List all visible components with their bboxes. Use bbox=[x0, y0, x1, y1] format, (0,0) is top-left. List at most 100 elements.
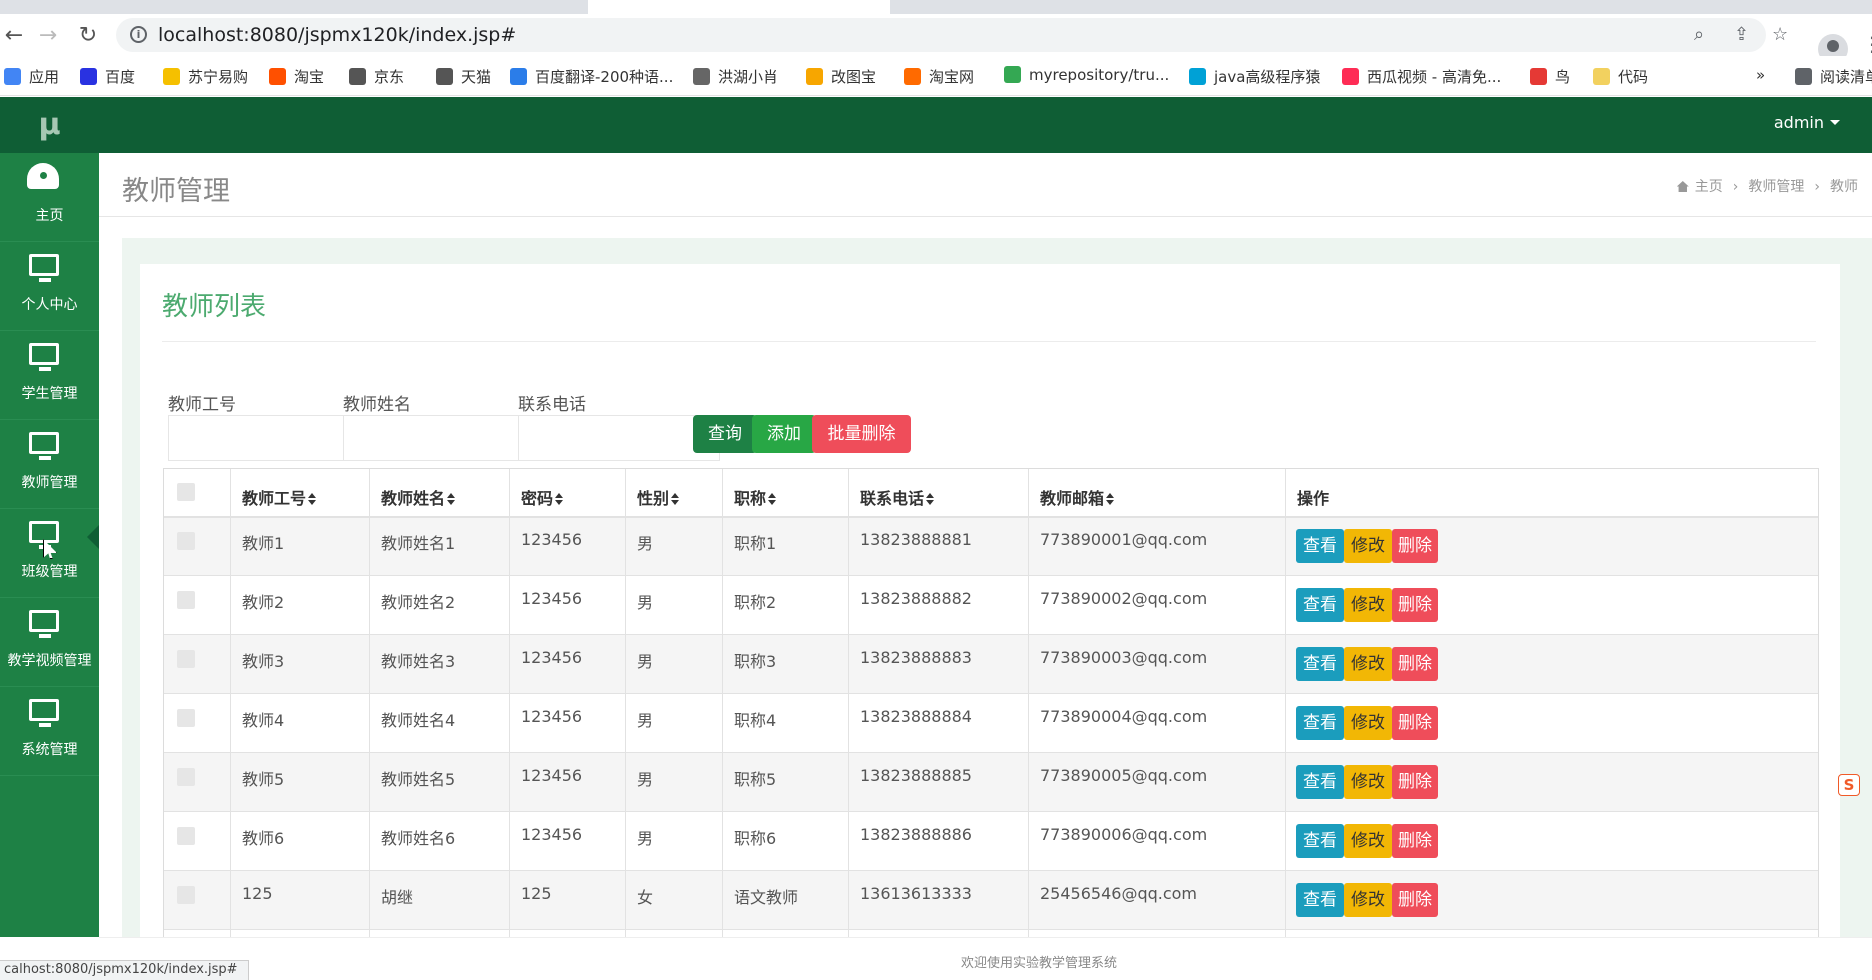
view-button[interactable]: 查看 bbox=[1296, 765, 1344, 799]
view-button[interactable]: 查看 bbox=[1296, 588, 1344, 622]
delete-button[interactable]: 删除 bbox=[1392, 588, 1438, 622]
delete-button[interactable]: 删除 bbox=[1392, 529, 1438, 563]
phone-input[interactable] bbox=[518, 415, 720, 461]
sort-icon[interactable] bbox=[447, 493, 456, 505]
edit-button[interactable]: 修改 bbox=[1344, 706, 1392, 740]
table-cell: 773890004@qq.com bbox=[1040, 707, 1208, 726]
bookmark-item[interactable]: 洪湖小肖 bbox=[693, 66, 778, 87]
dashboard-icon bbox=[27, 163, 59, 189]
add-button[interactable]: 添加 bbox=[752, 415, 816, 453]
bookmarks-overflow-icon[interactable]: » bbox=[1756, 66, 1765, 84]
bookmark-item[interactable]: 天猫 bbox=[436, 66, 491, 87]
column-header[interactable]: 教师工号 bbox=[242, 485, 317, 509]
teacher-name-input[interactable] bbox=[343, 415, 545, 461]
select-all-checkbox[interactable] bbox=[177, 483, 195, 501]
view-button[interactable]: 查看 bbox=[1296, 529, 1344, 563]
column-header[interactable]: 性别 bbox=[637, 485, 680, 509]
bookmark-favicon-icon bbox=[1795, 68, 1812, 85]
column-header[interactable]: 教师姓名 bbox=[381, 485, 456, 509]
share-icon[interactable]: ⇪ bbox=[1734, 24, 1749, 45]
view-button[interactable]: 查看 bbox=[1296, 647, 1344, 681]
back-icon[interactable]: ← bbox=[0, 22, 28, 50]
query-button[interactable]: 查询 bbox=[693, 415, 757, 453]
reload-icon[interactable]: ↻ bbox=[74, 22, 102, 50]
row-checkbox[interactable] bbox=[177, 827, 195, 845]
sort-icon[interactable] bbox=[308, 493, 317, 505]
filter-phone-label: 联系电话 bbox=[518, 395, 586, 415]
row-checkbox[interactable] bbox=[177, 532, 195, 550]
sidebar-item[interactable]: 系统管理 bbox=[0, 687, 99, 776]
column-header[interactable]: 密码 bbox=[521, 485, 564, 509]
edit-button[interactable]: 修改 bbox=[1344, 647, 1392, 681]
table-cell: 男 bbox=[637, 593, 654, 612]
table-column-divider bbox=[1028, 469, 1029, 937]
delete-button[interactable]: 删除 bbox=[1392, 824, 1438, 858]
home-icon bbox=[1676, 181, 1689, 192]
sort-icon[interactable] bbox=[1106, 493, 1115, 505]
forward-icon[interactable]: → bbox=[34, 22, 62, 50]
row-checkbox[interactable] bbox=[177, 768, 195, 786]
row-checkbox[interactable] bbox=[177, 709, 195, 727]
bookmark-item[interactable]: 百度翻译-200种语... bbox=[510, 66, 673, 87]
bookmark-item[interactable]: 西瓜视频 - 高清免... bbox=[1342, 66, 1501, 87]
edit-button[interactable]: 修改 bbox=[1344, 529, 1392, 563]
view-button[interactable]: 查看 bbox=[1296, 883, 1344, 917]
sidebar-item[interactable]: 教师管理 bbox=[0, 420, 99, 509]
footer: 欢迎使用实验教学管理系统 bbox=[99, 937, 1872, 980]
bookmark-item[interactable]: 阅读清单 bbox=[1795, 66, 1872, 87]
bookmark-item[interactable]: 百度 bbox=[80, 66, 135, 87]
bookmark-item[interactable]: java高级程序猿 bbox=[1189, 66, 1320, 87]
bookmark-item[interactable]: 京东 bbox=[349, 66, 404, 87]
delete-button[interactable]: 删除 bbox=[1392, 647, 1438, 681]
site-info-icon[interactable]: i bbox=[130, 26, 147, 43]
bookmark-item[interactable]: 淘宝 bbox=[269, 66, 324, 87]
menu-kebab-icon[interactable]: ⋮ bbox=[1862, 32, 1872, 56]
edit-button[interactable]: 修改 bbox=[1344, 824, 1392, 858]
edit-button[interactable]: 修改 bbox=[1344, 588, 1392, 622]
bookmark-item[interactable]: 改图宝 bbox=[806, 66, 876, 87]
user-menu[interactable]: admin bbox=[1774, 113, 1840, 132]
breadcrumb-home[interactable]: 主页 bbox=[1695, 179, 1723, 195]
zoom-icon[interactable]: ⌕ bbox=[1694, 24, 1704, 45]
column-header[interactable]: 教师邮箱 bbox=[1040, 485, 1115, 509]
input-method-icon[interactable]: S bbox=[1838, 774, 1860, 796]
teacher-list-card: 教师列表 教师工号 教师姓名 联系电话 查询 添加 批量删除 教师工号 教师姓名密… bbox=[140, 264, 1840, 938]
edit-button[interactable]: 修改 bbox=[1344, 883, 1392, 917]
sidebar-item[interactable]: 学生管理 bbox=[0, 331, 99, 420]
column-header[interactable]: 职称 bbox=[734, 485, 777, 509]
row-checkbox[interactable] bbox=[177, 591, 195, 609]
sort-icon[interactable] bbox=[768, 493, 777, 505]
address-url[interactable]: localhost:8080/jspmx120k/index.jsp# bbox=[158, 24, 516, 46]
sort-icon[interactable] bbox=[926, 493, 935, 505]
sort-icon[interactable] bbox=[671, 493, 680, 505]
row-checkbox[interactable] bbox=[177, 886, 195, 904]
delete-button[interactable]: 删除 bbox=[1392, 765, 1438, 799]
sidebar-item[interactable]: 教学视频管理 bbox=[0, 598, 99, 687]
breadcrumb-teacher-mgmt[interactable]: 教师管理 bbox=[1748, 179, 1804, 195]
delete-button[interactable]: 删除 bbox=[1392, 883, 1438, 917]
sidebar-item[interactable]: 主页 bbox=[0, 153, 99, 242]
bookmark-item[interactable]: 代码 bbox=[1593, 66, 1648, 87]
row-checkbox[interactable] bbox=[177, 650, 195, 668]
sidebar-item-label: 班级管理 bbox=[21, 564, 78, 580]
bookmark-item[interactable]: myrepository/tru... bbox=[1004, 66, 1169, 84]
edit-button[interactable]: 修改 bbox=[1344, 765, 1392, 799]
bookmark-label: 天猫 bbox=[461, 68, 492, 86]
bookmark-item[interactable]: 应用 bbox=[4, 66, 59, 87]
bookmark-item[interactable]: 鸟 bbox=[1530, 66, 1570, 87]
monitor-icon bbox=[29, 343, 59, 371]
batch-delete-button[interactable]: 批量删除 bbox=[812, 415, 911, 453]
sort-icon[interactable] bbox=[555, 493, 564, 505]
view-button[interactable]: 查看 bbox=[1296, 706, 1344, 740]
table-cell: 13823888883 bbox=[860, 648, 972, 667]
delete-button[interactable]: 删除 bbox=[1392, 706, 1438, 740]
star-icon[interactable]: ☆ bbox=[1772, 24, 1788, 45]
column-header[interactable]: 联系电话 bbox=[860, 485, 935, 509]
bookmark-item[interactable]: 淘宝网 bbox=[904, 66, 974, 87]
browser-tab-active[interactable] bbox=[588, 0, 890, 14]
view-button[interactable]: 查看 bbox=[1296, 824, 1344, 858]
address-bar[interactable]: i localhost:8080/jspmx120k/index.jsp# ⌕ … bbox=[116, 18, 1788, 52]
sidebar-item[interactable]: 个人中心 bbox=[0, 242, 99, 331]
bookmark-item[interactable]: 苏宁易购 bbox=[163, 66, 248, 87]
teacher-id-input[interactable] bbox=[168, 415, 370, 461]
